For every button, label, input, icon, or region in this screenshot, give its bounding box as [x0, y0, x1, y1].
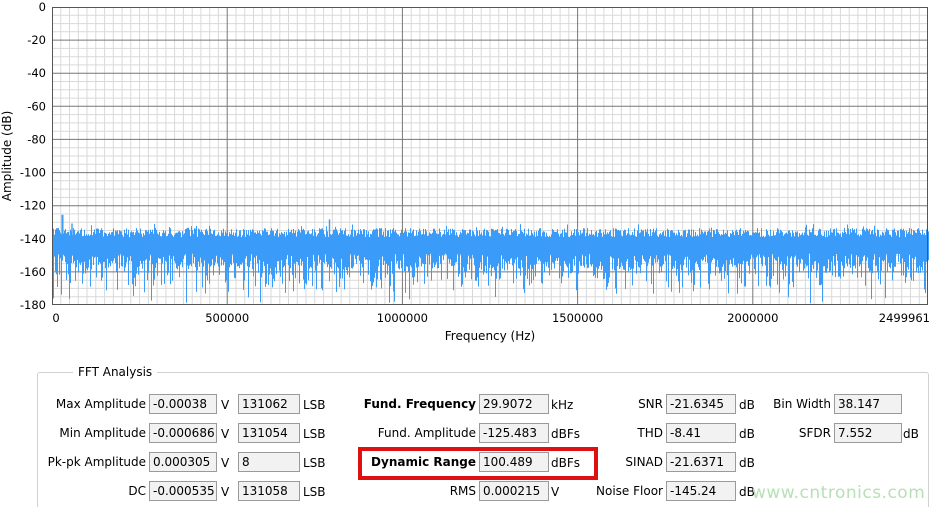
y-tick-label: 0 — [39, 0, 46, 14]
min-amplitude-v-field[interactable]: -0.000686 — [149, 423, 217, 443]
max-amplitude-v-unit: V — [221, 394, 229, 414]
fft-analyzer-window: 0 -20 -40 -60 -80 -100 -120 -140 -160 -180 0 500000… — [0, 0, 933, 507]
snr-label: SNR — [540, 394, 663, 414]
x-tick-label: 2000000 — [727, 311, 778, 325]
y-tick-label: -60 — [27, 99, 46, 113]
pkpk-amplitude-v-unit: V — [221, 452, 229, 472]
fund-amplitude-field[interactable]: -125.483 — [479, 423, 549, 443]
dynamic-range-label: Dynamic Range — [330, 452, 476, 472]
x-tick-label: 2499961 — [879, 311, 930, 325]
watermark-text: www.cntronics.com — [752, 483, 925, 503]
y-tick-label: -120 — [20, 199, 46, 213]
y-axis-title: Amplitude (dB) — [0, 86, 14, 226]
noise-floor-field[interactable]: -145.24 — [666, 481, 736, 501]
pkpk-amplitude-v-field[interactable]: 0.000305 — [149, 452, 217, 472]
min-amplitude-label: Min Amplitude — [40, 423, 146, 443]
sinad-field[interactable]: -21.6371 — [666, 452, 736, 472]
fund-frequency-field[interactable]: 29.9072 — [479, 394, 549, 414]
x-tick-label: 500000 — [205, 311, 249, 325]
x-tick-label: 1500000 — [552, 311, 603, 325]
sfdr-label: SFDR — [740, 423, 831, 443]
y-tick-label: -20 — [27, 33, 46, 47]
bin-width-label: Bin Width — [740, 394, 831, 414]
fund-amplitude-label: Fund. Amplitude — [330, 423, 476, 443]
max-amplitude-v-field[interactable]: -0.00038 — [149, 394, 217, 414]
max-amplitude-lsb-unit: LSB — [303, 394, 326, 414]
y-tick-label: -100 — [20, 166, 46, 180]
x-tick-label: 0 — [52, 311, 59, 325]
dc-v-unit: V — [221, 481, 229, 501]
sfdr-unit: dB — [903, 423, 919, 443]
fund-frequency-label: Fund. Frequency — [330, 394, 476, 414]
snr-field[interactable]: -21.6345 — [666, 394, 736, 414]
x-axis-title: Frequency (Hz) — [52, 329, 928, 343]
rms-label: RMS — [330, 481, 476, 501]
dc-label: DC — [40, 481, 146, 501]
x-tick-label: 1000000 — [377, 311, 428, 325]
rms-field[interactable]: 0.000215 — [479, 481, 549, 501]
y-tick-label: -160 — [20, 265, 46, 279]
sinad-label: SINAD — [540, 452, 663, 472]
y-tick-label: -80 — [27, 132, 46, 146]
max-amplitude-label: Max Amplitude — [40, 394, 146, 414]
thd-field[interactable]: -8.41 — [666, 423, 736, 443]
spectrum-plot-area[interactable]: 0 -20 -40 -60 -80 -100 -120 -140 -160 -180 0 500000… — [0, 0, 933, 350]
dc-v-field[interactable]: -0.000535 — [149, 481, 217, 501]
thd-label: THD — [540, 423, 663, 443]
fft-analysis-title: FFT Analysis — [73, 365, 157, 379]
noise-floor-label: Noise Floor — [540, 481, 663, 501]
min-amplitude-v-unit: V — [221, 423, 229, 443]
pkpk-amplitude-label: Pk-pk Amplitude — [40, 452, 146, 472]
bin-width-field[interactable]: 38.147 — [834, 394, 902, 414]
y-tick-label: -40 — [27, 66, 46, 80]
y-tick-label: -180 — [20, 298, 46, 312]
max-amplitude-lsb-field[interactable]: 131062 — [238, 394, 300, 414]
pkpk-amplitude-lsb-field[interactable]: 8 — [238, 452, 300, 472]
dc-lsb-field[interactable]: 131058 — [238, 481, 300, 501]
min-amplitude-lsb-unit: LSB — [303, 423, 326, 443]
sinad-unit: dB — [739, 452, 755, 472]
min-amplitude-lsb-field[interactable]: 131054 — [238, 423, 300, 443]
pkpk-amplitude-lsb-unit: LSB — [303, 452, 326, 472]
y-tick-label: -140 — [20, 232, 46, 246]
sfdr-field[interactable]: 7.552 — [834, 423, 902, 443]
dynamic-range-field[interactable]: 100.489 — [479, 452, 549, 472]
dc-lsb-unit: LSB — [303, 481, 326, 501]
fft-spectrum-chart: 0 -20 -40 -60 -80 -100 -120 -140 -160 -180 0 500000… — [0, 0, 933, 350]
